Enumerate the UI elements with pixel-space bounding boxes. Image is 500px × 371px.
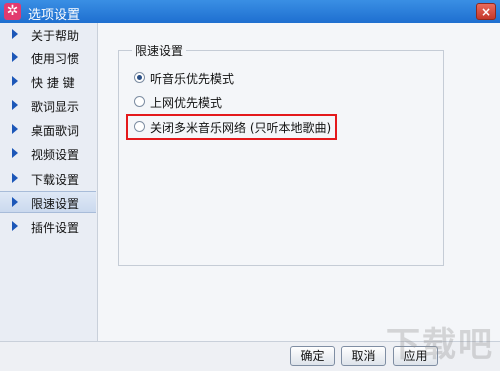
sidebar: 关于帮助 使用习惯 快 捷 键 歌词显示 桌面歌词 视频设置 下载设置 限速设置…	[0, 23, 98, 341]
triangle-right-icon	[12, 197, 18, 207]
apply-button[interactable]: 应用	[393, 346, 438, 366]
sidebar-item-label: 插件设置	[31, 221, 80, 235]
radio-label: 听音乐优先模式	[150, 72, 235, 86]
sidebar-item-shortcuts[interactable]: 快 捷 键	[0, 71, 96, 93]
triangle-right-icon	[12, 76, 18, 86]
triangle-right-icon	[12, 173, 18, 183]
triangle-right-icon	[12, 29, 18, 39]
radio-button-checked[interactable]	[134, 72, 145, 83]
ok-button[interactable]: 确定	[290, 346, 335, 366]
sidebar-item-label: 限速设置	[31, 197, 80, 211]
triangle-right-icon	[12, 221, 18, 231]
sidebar-item-label: 下载设置	[31, 173, 80, 187]
dialog-button-bar: 确定 取消 应用	[0, 341, 500, 371]
sidebar-item-label: 视频设置	[31, 148, 80, 162]
sidebar-item-download-settings[interactable]: 下载设置	[0, 168, 96, 190]
triangle-right-icon	[12, 100, 18, 110]
sidebar-item-label: 快 捷 键	[31, 76, 75, 90]
close-button[interactable]: ×	[476, 3, 496, 20]
sidebar-item-lyrics-display[interactable]: 歌词显示	[0, 95, 96, 117]
sidebar-item-label: 歌词显示	[31, 100, 80, 114]
title-bar[interactable]: ✲ 选项设置 ×	[0, 0, 500, 23]
window-title: 选项设置	[28, 8, 81, 23]
red-highlight-box	[126, 114, 337, 140]
sidebar-item-about-help[interactable]: 关于帮助	[0, 24, 96, 46]
sidebar-item-label: 关于帮助	[31, 29, 80, 43]
star-icon: ✲	[4, 3, 21, 20]
triangle-right-icon	[12, 124, 18, 134]
triangle-right-icon	[12, 148, 18, 158]
options-dialog: ✲ 选项设置 × 关于帮助 使用习惯 快 捷 键 歌词显示 桌面歌词 视频设置	[0, 0, 500, 371]
sidebar-item-usage-habits[interactable]: 使用习惯	[0, 47, 96, 69]
sidebar-item-speed-limit[interactable]: 限速设置	[0, 191, 96, 213]
sidebar-item-plugin-settings[interactable]: 插件设置	[0, 216, 96, 238]
group-title: 限速设置	[132, 42, 187, 59]
sidebar-item-label: 桌面歌词	[31, 124, 80, 138]
sidebar-item-video-settings[interactable]: 视频设置	[0, 143, 96, 165]
radio-button[interactable]	[134, 96, 145, 107]
triangle-right-icon	[12, 52, 18, 62]
sidebar-item-desktop-lyrics[interactable]: 桌面歌词	[0, 119, 96, 141]
sidebar-item-label: 使用习惯	[31, 52, 80, 66]
radio-label: 上网优先模式	[150, 96, 223, 110]
settings-panel: 限速设置 听音乐优先模式 上网优先模式 关闭多米音乐网络 (只听本地歌曲)	[98, 23, 500, 341]
cancel-button[interactable]: 取消	[341, 346, 386, 366]
